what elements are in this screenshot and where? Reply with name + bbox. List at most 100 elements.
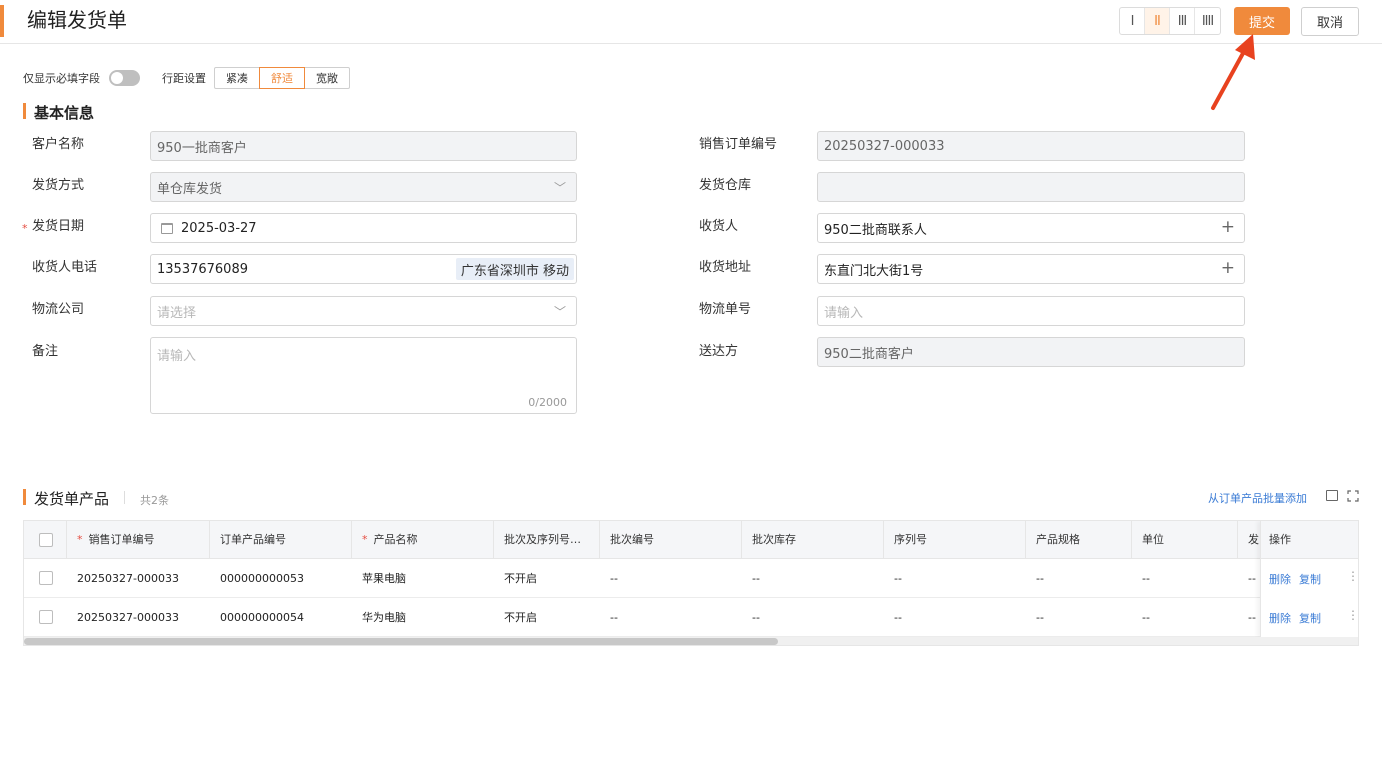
add-address-icon[interactable]: + xyxy=(1221,258,1235,278)
receiver-value: 950二批商联系人 xyxy=(824,222,927,238)
select-all-checkbox[interactable] xyxy=(39,533,53,547)
remark-textarea[interactable]: 请输入 0/2000 xyxy=(150,337,577,414)
receiver-field[interactable]: 950二批商联系人 + xyxy=(817,213,1245,243)
warehouse-label: 发货仓库 xyxy=(699,178,752,193)
ship-method-select[interactable]: 单仓库发货 ﹀ xyxy=(150,172,577,202)
deliver-to-field[interactable]: 950二批商客户 xyxy=(817,337,1245,367)
row-checkbox[interactable] xyxy=(39,571,53,585)
layout-three-column-button[interactable]: III xyxy=(1170,8,1195,34)
order-no-field[interactable]: 20250327-000033 xyxy=(817,131,1245,161)
spacing-comfortable-button[interactable]: 舒适 xyxy=(259,67,305,89)
operations-column: 操作 删除 复制 ⋮⋮ 删除 复制 ⋮⋮ xyxy=(1260,521,1358,637)
calendar-icon xyxy=(161,222,173,234)
cell-item-no: 000000000053 xyxy=(220,572,304,585)
cell-serial: -- xyxy=(894,611,902,624)
layout-one-column-button[interactable]: I xyxy=(1120,8,1145,34)
required-star: * xyxy=(22,222,28,235)
table-row: 20250327-000033 000000000053 苹果电脑 不开启 --… xyxy=(24,559,1358,598)
table-header: * 销售订单编号 订单产品编号 * 产品名称 批次及序列号… 批次编号 批次库存 序… xyxy=(24,521,1358,559)
tracking-label: 物流单号 xyxy=(699,302,752,317)
drag-handle-icon[interactable]: ⋮⋮ xyxy=(1347,569,1358,583)
tracking-input[interactable]: 请输入 xyxy=(817,296,1245,326)
cancel-button[interactable]: 取消 xyxy=(1301,7,1359,36)
cell-spec: -- xyxy=(1036,572,1044,585)
batch-add-from-order-link[interactable]: 从订单产品批量添加 xyxy=(1208,490,1307,506)
receiver-label: 收货人 xyxy=(699,219,739,234)
products-count: 共2条 xyxy=(140,494,169,507)
cell-ship: -- xyxy=(1248,572,1256,585)
logistics-select[interactable]: 请选择 ﹀ xyxy=(150,296,577,326)
spacing-wide-button[interactable]: 宽敞 xyxy=(304,67,350,89)
spacing-compact-button[interactable]: 紧凑 xyxy=(214,67,260,89)
required-only-label: 仅显示必填字段 xyxy=(23,72,100,85)
cell-product-name: 苹果电脑 xyxy=(362,572,406,585)
address-field[interactable]: 东直门北大街1号 + xyxy=(817,254,1245,284)
col-item-no: 订单产品编号 xyxy=(210,521,352,559)
order-no-label: 销售订单编号 xyxy=(699,137,778,152)
cell-product-name: 华为电脑 xyxy=(362,611,406,624)
col-batch-stock: 批次库存 xyxy=(742,521,884,559)
cell-batch-serial: 不开启 xyxy=(504,611,537,624)
phone-input[interactable]: 13537676089 广东省深圳市 移动 xyxy=(150,254,577,284)
toggle-knob xyxy=(111,72,123,84)
customer-label: 客户名称 xyxy=(32,137,85,152)
tracking-placeholder: 请输入 xyxy=(824,305,864,321)
title-divider xyxy=(124,491,125,504)
products-section-title: 发货单产品 xyxy=(34,490,110,508)
row-delete-link[interactable]: 删除 xyxy=(1269,610,1291,626)
phone-value: 13537676089 xyxy=(157,261,248,277)
customer-value: 950一批商客户 xyxy=(157,140,247,156)
cell-order-no: 20250327-000033 xyxy=(77,611,179,624)
add-receiver-icon[interactable]: + xyxy=(1221,217,1235,237)
row-copy-link[interactable]: 复制 xyxy=(1299,571,1321,587)
order-no-value: 20250327-000033 xyxy=(824,138,945,154)
phone-label: 收货人电话 xyxy=(32,260,98,275)
logistics-placeholder: 请选择 xyxy=(157,305,197,321)
col-unit: 单位 xyxy=(1132,521,1238,559)
cell-batch-no: -- xyxy=(610,611,618,624)
layout-two-column-button[interactable]: II xyxy=(1145,8,1170,34)
row-delete-link[interactable]: 删除 xyxy=(1269,571,1291,587)
fullscreen-icon[interactable] xyxy=(1347,490,1359,502)
cell-item-no: 000000000054 xyxy=(220,611,304,624)
required-only-toggle[interactable] xyxy=(109,70,140,86)
phone-location-badge: 广东省深圳市 移动 xyxy=(455,258,574,280)
scrollbar-thumb[interactable] xyxy=(24,638,778,645)
cell-batch-stock: -- xyxy=(752,572,760,585)
basic-section-title: 基本信息 xyxy=(34,104,95,122)
page-header: 编辑发货单 I II III IIII 提交 取消 xyxy=(0,0,1382,44)
cell-serial: -- xyxy=(894,572,902,585)
basic-section-accent xyxy=(23,103,26,119)
ship-method-label: 发货方式 xyxy=(32,178,85,193)
cell-spec: -- xyxy=(1036,611,1044,624)
column-settings-icon[interactable] xyxy=(1326,490,1338,501)
col-order-no: * 销售订单编号 xyxy=(67,521,210,559)
chevron-down-icon: ﹀ xyxy=(553,305,566,319)
header-select-cell xyxy=(24,521,67,559)
customer-field[interactable]: 950一批商客户 xyxy=(150,131,577,161)
cell-order-no: 20250327-000033 xyxy=(77,572,179,585)
products-table: * 销售订单编号 订单产品编号 * 产品名称 批次及序列号… 批次编号 批次库存 序… xyxy=(23,520,1359,646)
cell-unit: -- xyxy=(1142,611,1150,624)
warehouse-field[interactable] xyxy=(817,172,1245,202)
drag-handle-icon[interactable]: ⋮⋮ xyxy=(1347,608,1358,622)
remark-char-count: 0/2000 xyxy=(528,396,567,409)
remark-label: 备注 xyxy=(32,344,59,359)
ship-date-label: 发货日期 xyxy=(32,219,85,234)
products-section-accent xyxy=(23,489,26,505)
horizontal-scrollbar[interactable] xyxy=(24,637,1358,645)
row-spacing-label: 行距设置 xyxy=(162,72,206,85)
deliver-to-value: 950二批商客户 xyxy=(824,346,914,362)
address-value: 东直门北大街1号 xyxy=(824,263,924,279)
row-spacing-segment: 紧凑 舒适 宽敞 xyxy=(214,67,350,89)
col-operations: 操作 xyxy=(1261,521,1358,559)
pointer-arrow-icon xyxy=(1211,34,1255,110)
table-row: 20250327-000033 000000000054 华为电脑 不开启 --… xyxy=(24,598,1358,637)
cell-batch-no: -- xyxy=(610,572,618,585)
row-checkbox[interactable] xyxy=(39,610,53,624)
ship-date-picker[interactable]: 2025-03-27 xyxy=(150,213,577,243)
chevron-down-icon: ﹀ xyxy=(553,181,566,195)
row-copy-link[interactable]: 复制 xyxy=(1299,610,1321,626)
col-batch-no: 批次编号 xyxy=(600,521,742,559)
deliver-to-label: 送达方 xyxy=(699,344,739,359)
